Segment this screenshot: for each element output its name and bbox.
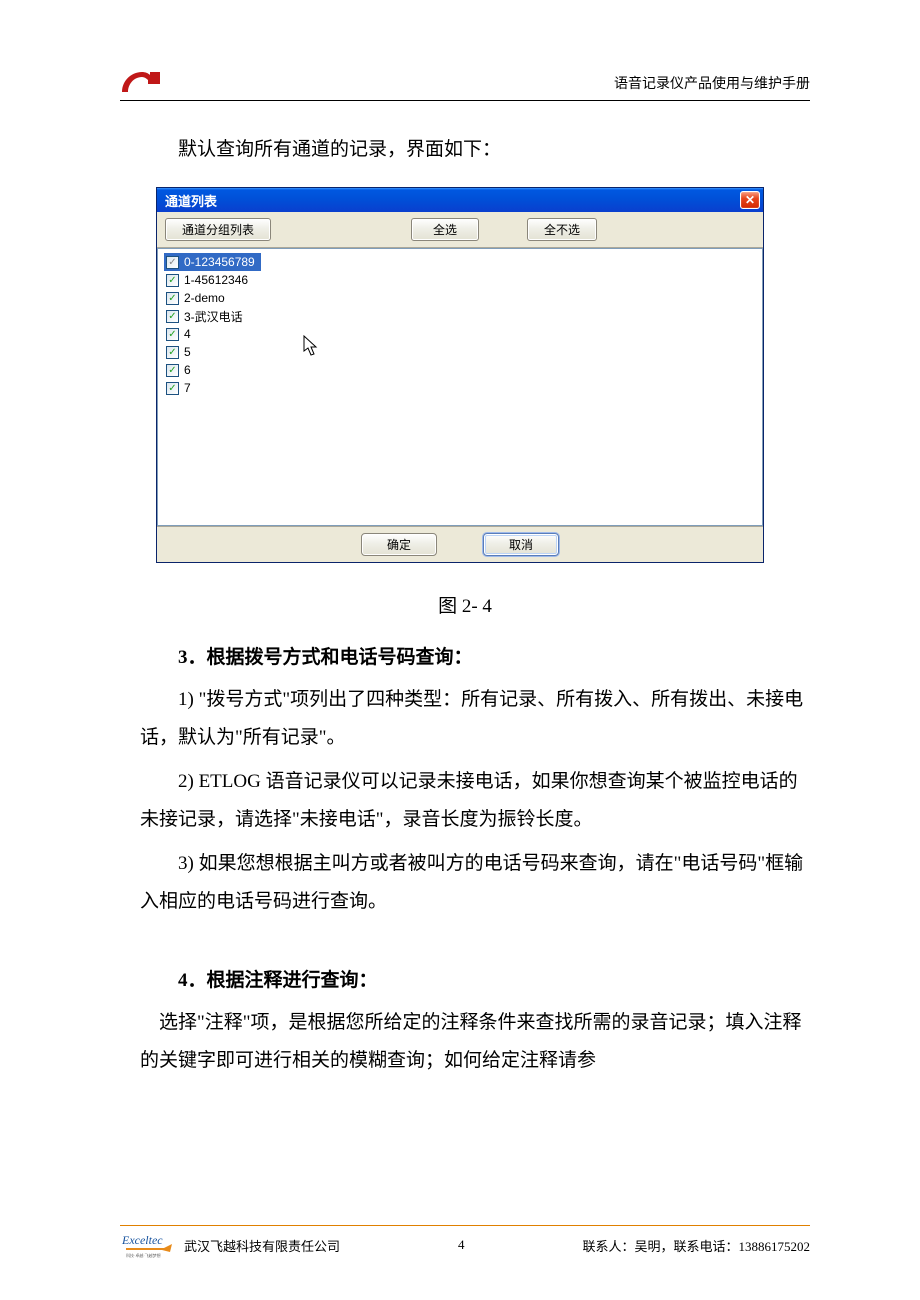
checkbox-icon[interactable]: ✓ [166, 364, 179, 377]
list-item-label: 6 [184, 363, 191, 377]
page-footer: Exceltec 科技·卓越·飞越梦想 武汉飞越科技有限责任公司 4 联系人：吴… [120, 1225, 810, 1260]
svg-text:科技·卓越·飞越梦想: 科技·卓越·飞越梦想 [126, 1252, 161, 1258]
dialog-button-bar: 确定 取消 [157, 526, 763, 562]
section-4-p1: 选择"注释"项，是根据您所给定的注释条件来查找所需的录音记录；填入注释的关键字即… [120, 1004, 810, 1080]
channel-list[interactable]: ✓ 0-123456789 ✓ 1-45612346 ✓ 2-demo ✓ 3-… [157, 248, 763, 526]
list-item[interactable]: ✓ 3-武汉电话 [164, 307, 756, 325]
list-item[interactable]: ✓ 2-demo [164, 289, 756, 307]
section-3-p3: 3) 如果您想根据主叫方或者被叫方的电话号码来查询，请在"电话号码"框输入相应的… [120, 845, 810, 921]
list-item[interactable]: ✓ 0-123456789 [164, 253, 261, 271]
section-3-heading: 3．根据拨号方式和电话号码查询： [120, 642, 810, 669]
list-item[interactable]: ✓ 1-45612346 [164, 271, 756, 289]
checkbox-icon[interactable]: ✓ [166, 274, 179, 287]
checkbox-icon[interactable]: ✓ [166, 292, 179, 305]
group-list-button[interactable]: 通道分组列表 [165, 218, 271, 241]
list-item-label: 2-demo [184, 291, 225, 305]
dialog-toolbar: 通道分组列表 全选 全不选 [157, 212, 763, 248]
footer-logo-icon: Exceltec 科技·卓越·飞越梦想 [120, 1230, 178, 1260]
list-item[interactable]: ✓ 6 [164, 361, 756, 379]
list-item[interactable]: ✓ 4 [164, 325, 756, 343]
ok-button[interactable]: 确定 [361, 533, 437, 556]
footer-page-number: 4 [340, 1237, 582, 1253]
select-all-button[interactable]: 全选 [411, 218, 479, 241]
list-item-label: 1-45612346 [184, 273, 248, 287]
list-item-label: 4 [184, 327, 191, 341]
footer-company: 武汉飞越科技有限责任公司 [184, 1236, 340, 1255]
checkbox-icon[interactable]: ✓ [166, 256, 179, 269]
document-title: 语音记录仪产品使用与维护手册 [614, 73, 810, 93]
section-4-heading: 4．根据注释进行查询： [120, 965, 810, 992]
list-item-label: 3-武汉电话 [184, 308, 243, 325]
checkbox-icon[interactable]: ✓ [166, 382, 179, 395]
figure-caption: 图 2- 4 [120, 591, 810, 618]
intro-text: 默认查询所有通道的记录，界面如下： [120, 131, 810, 169]
checkbox-icon[interactable]: ✓ [166, 310, 179, 323]
page-header: 语音记录仪产品使用与维护手册 [120, 70, 810, 101]
company-logo-icon [120, 70, 164, 96]
list-item[interactable]: ✓ 7 [164, 379, 756, 397]
list-item-label: 5 [184, 345, 191, 359]
dialog-titlebar[interactable]: 通道列表 ✕ [157, 188, 763, 212]
section-3-p2: 2) ETLOG 语音记录仪可以记录未接电话，如果你想查询某个被监控电话的未接记… [120, 763, 810, 839]
select-none-button[interactable]: 全不选 [527, 218, 597, 241]
close-icon[interactable]: ✕ [740, 191, 760, 209]
list-item-label: 0-123456789 [184, 255, 255, 269]
checkbox-icon[interactable]: ✓ [166, 346, 179, 359]
list-item-label: 7 [184, 381, 191, 395]
section-3-p1: 1) "拨号方式"项列出了四种类型：所有记录、所有拨入、所有拨出、未接电话，默认… [120, 681, 810, 757]
cancel-button[interactable]: 取消 [483, 533, 559, 556]
channel-list-dialog: 通道列表 ✕ 通道分组列表 全选 全不选 ✓ 0-123456789 ✓ [156, 187, 764, 563]
list-item[interactable]: ✓ 5 [164, 343, 756, 361]
svg-text:Exceltec: Exceltec [121, 1233, 163, 1247]
checkbox-icon[interactable]: ✓ [166, 328, 179, 341]
dialog-title: 通道列表 [165, 191, 217, 210]
footer-contact: 联系人：吴明，联系电话：13886175202 [582, 1236, 810, 1255]
